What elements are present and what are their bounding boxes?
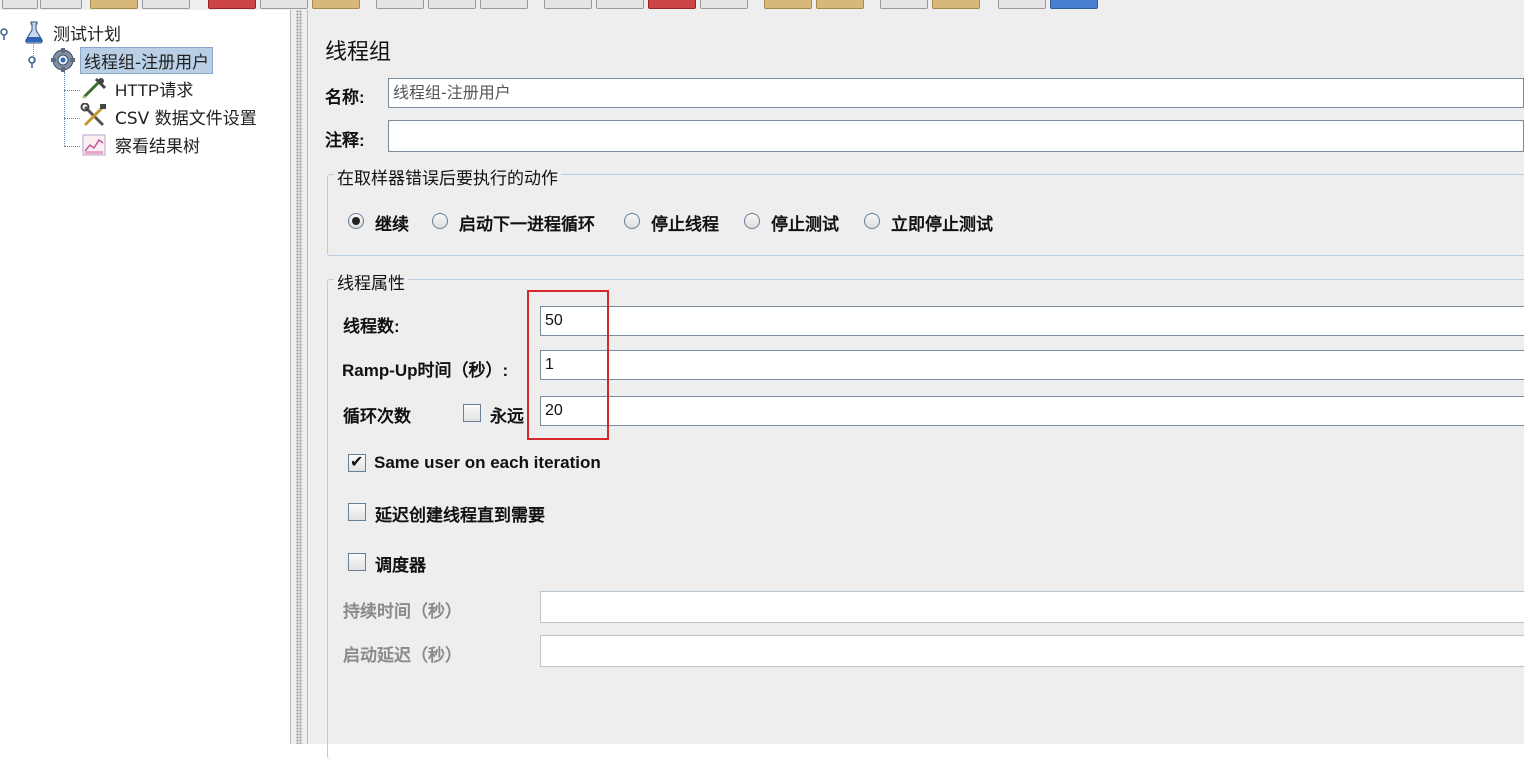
name-field[interactable]: 线程组-注册用户 bbox=[388, 78, 1524, 108]
tools-icon bbox=[80, 103, 106, 127]
tree-node-thread-group[interactable]: 线程组-注册用户 bbox=[48, 46, 214, 74]
flask-icon bbox=[25, 21, 43, 44]
collapse-handle-icon[interactable] bbox=[0, 28, 12, 40]
toolbar-button[interactable] bbox=[1050, 0, 1098, 9]
tree-node-label: 测试计划 bbox=[53, 24, 121, 45]
forever-label[interactable]: 永远 bbox=[490, 402, 524, 427]
name-label: 名称: bbox=[325, 88, 365, 107]
tree-node-http-request[interactable]: HTTP请求 bbox=[80, 76, 196, 100]
toolbar-button[interactable] bbox=[2, 0, 38, 9]
loop-count-label: 循环次数 bbox=[343, 407, 411, 426]
toolbar-button[interactable] bbox=[312, 0, 360, 9]
radio-stop-test-now-label[interactable]: 立即停止测试 bbox=[891, 210, 993, 235]
radio-start-next-loop-label[interactable]: 启动下一进程循环 bbox=[459, 210, 595, 235]
scheduler-label[interactable]: 调度器 bbox=[375, 551, 426, 576]
radio-stop-test-now[interactable] bbox=[864, 213, 880, 229]
page-title: 线程组 bbox=[325, 40, 392, 65]
forever-checkbox[interactable] bbox=[463, 404, 481, 422]
toolbar-button[interactable] bbox=[376, 0, 424, 9]
delay-thread-creation-label[interactable]: 延迟创建线程直到需要 bbox=[375, 501, 545, 526]
toolbar-button[interactable] bbox=[544, 0, 592, 9]
toolbar-button[interactable] bbox=[700, 0, 748, 9]
splitter-grip bbox=[296, 10, 302, 744]
tree-node-label: 察看结果树 bbox=[115, 136, 200, 157]
radio-stop-thread[interactable] bbox=[624, 213, 640, 229]
same-user-label[interactable]: Same user on each iteration bbox=[374, 453, 601, 473]
toolbar-button[interactable] bbox=[40, 0, 82, 9]
startup-delay-field[interactable] bbox=[540, 635, 1524, 667]
toolbar-button[interactable] bbox=[260, 0, 308, 9]
split-pane-divider[interactable] bbox=[290, 10, 308, 744]
toolbar-button[interactable] bbox=[142, 0, 190, 9]
tree-node-view-results-tree[interactable]: 察看结果树 bbox=[80, 132, 203, 157]
threads-label: 线程数: bbox=[343, 317, 400, 336]
tree-connector bbox=[64, 72, 65, 146]
duration-field[interactable] bbox=[540, 591, 1524, 623]
loop-count-field[interactable]: 20 bbox=[540, 396, 1524, 426]
radio-stop-test-label[interactable]: 停止测试 bbox=[771, 210, 839, 235]
error-action-legend: 在取样器错误后要执行的动作 bbox=[334, 164, 561, 189]
toolbar-button[interactable] bbox=[816, 0, 864, 9]
radio-stop-thread-label[interactable]: 停止线程 bbox=[651, 210, 719, 235]
toolbar-button[interactable] bbox=[998, 0, 1046, 9]
toolbar-button[interactable] bbox=[764, 0, 812, 9]
radio-continue[interactable] bbox=[348, 213, 364, 229]
toolbar-button[interactable] bbox=[596, 0, 644, 9]
duration-label: 持续时间（秒） bbox=[343, 602, 462, 621]
gear-icon bbox=[51, 48, 75, 72]
startup-delay-label: 启动延迟（秒） bbox=[343, 646, 462, 665]
threads-field[interactable]: 50 bbox=[540, 306, 1524, 336]
tree-connector bbox=[64, 90, 80, 91]
collapse-handle-icon[interactable] bbox=[26, 56, 38, 68]
toolbar-button[interactable] bbox=[90, 0, 138, 9]
radio-start-next-loop[interactable] bbox=[432, 213, 448, 229]
toolbar-button[interactable] bbox=[932, 0, 980, 9]
tree-node-csv-data-set[interactable]: CSV 数据文件设置 bbox=[80, 103, 260, 129]
tree-node-label: HTTP请求 bbox=[115, 80, 194, 100]
same-user-checkbox[interactable] bbox=[348, 452, 366, 472]
delay-thread-creation-checkbox[interactable] bbox=[348, 503, 366, 521]
rampup-field[interactable]: 1 bbox=[540, 350, 1524, 380]
toolbar-button[interactable] bbox=[880, 0, 928, 9]
toolbar-button[interactable] bbox=[480, 0, 528, 9]
toolbar bbox=[0, 0, 1524, 10]
test-plan-tree: 测试计划 线程组-注册用户 HTTP请求 CSV 数据文件设置 察看结果树 bbox=[0, 10, 290, 744]
radio-continue-label[interactable]: 继续 bbox=[375, 210, 409, 235]
tree-node-test-plan[interactable]: 测试计划 bbox=[22, 20, 124, 45]
toolbar-button[interactable] bbox=[208, 0, 256, 9]
tree-connector bbox=[64, 146, 80, 147]
pipette-icon bbox=[82, 77, 107, 99]
tree-node-label: CSV 数据文件设置 bbox=[115, 108, 257, 129]
comment-field[interactable] bbox=[388, 120, 1524, 152]
tree-node-label: 线程组-注册用户 bbox=[80, 46, 214, 74]
scheduler-checkbox[interactable] bbox=[348, 553, 366, 571]
comment-label: 注释: bbox=[325, 131, 365, 150]
chart-icon bbox=[82, 134, 106, 156]
rampup-label: Ramp-Up时间（秒）: bbox=[342, 361, 509, 380]
tree-connector bbox=[64, 118, 80, 119]
thread-properties-legend: 线程属性 bbox=[334, 269, 408, 294]
highlight-annotation-box bbox=[527, 290, 609, 440]
toolbar-button[interactable] bbox=[648, 0, 696, 9]
toolbar-button[interactable] bbox=[428, 0, 476, 9]
radio-stop-test[interactable] bbox=[744, 213, 760, 229]
